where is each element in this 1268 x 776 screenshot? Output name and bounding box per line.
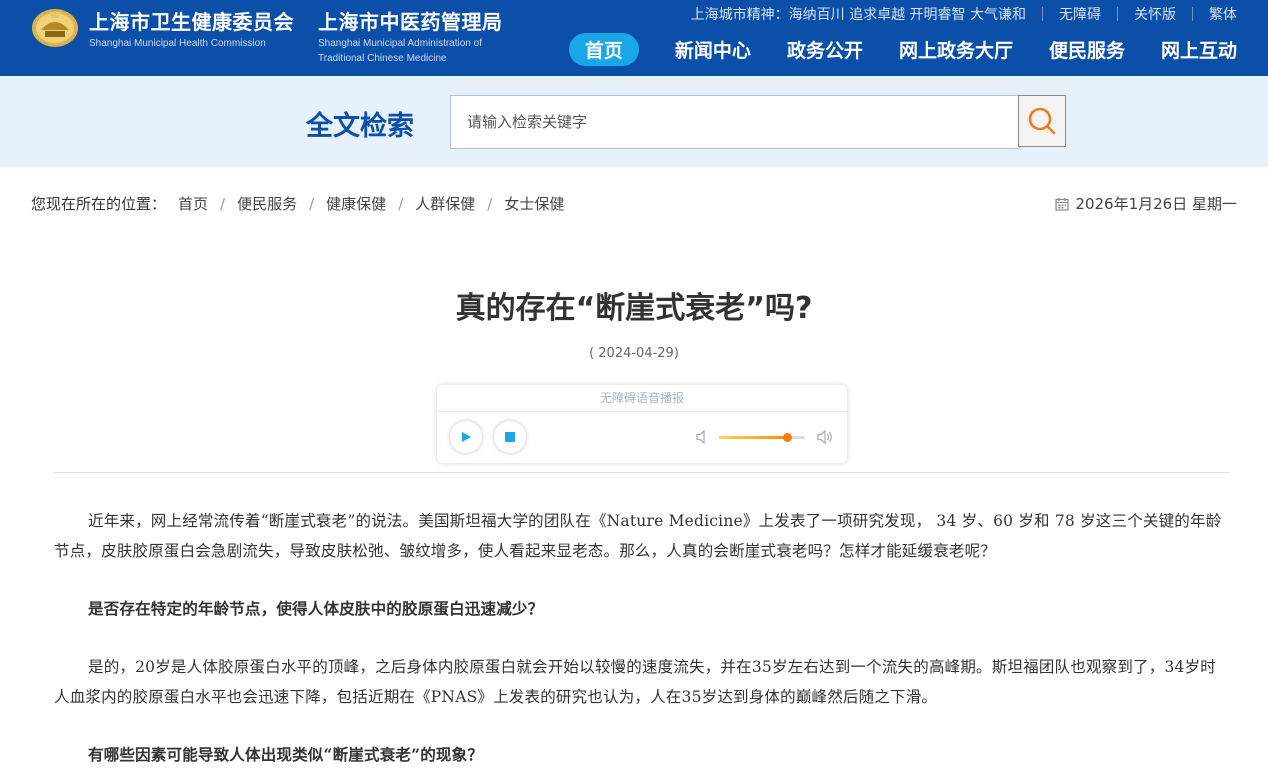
breadcrumb-separator: / (220, 194, 226, 213)
top-utility-bar: 上海城市精神：海纳百川 追求卓越 开明睿智 大气谦和 无障碍 关怀版 繁体 (691, 4, 1237, 24)
breadcrumb-item-home[interactable]: 首页 (178, 193, 208, 214)
nav-home[interactable]: 首页 (568, 33, 639, 66)
calendar-icon (1055, 197, 1070, 211)
play-button[interactable] (450, 421, 482, 453)
article-title: 真的存在“断崖式衰老”吗? (455, 291, 813, 326)
search-icon (1028, 107, 1056, 135)
nav-gov-affairs[interactable]: 政务公开 (787, 36, 863, 63)
org-name-en: Shanghai Municipal Health Commission (89, 38, 266, 49)
care-version-link[interactable]: 关怀版 (1134, 4, 1176, 24)
org-name-tcm-administration[interactable]: 上海市中医药管理局 Shanghai Municipal Administrat… (318, 6, 503, 65)
breadcrumb-separator: / (487, 194, 493, 213)
current-date-text: 2026年1月26日 星期一 (1075, 195, 1237, 213)
org-name-en-line1: Shanghai Municipal Administration of (318, 38, 482, 49)
breadcrumb-label: 您现在所在的位置： (31, 195, 167, 213)
breadcrumb-separator: / (398, 194, 404, 213)
breadcrumb-separator: / (309, 194, 315, 213)
play-icon (462, 432, 471, 442)
site-header: 上海市卫生健康委员会 Shanghai Municipal Health Com… (0, 0, 1268, 76)
search-title: 全文检索 (306, 111, 414, 142)
current-date: 2026年1月26日 星期一 (1055, 193, 1237, 214)
divider (1192, 7, 1193, 21)
nav-interaction[interactable]: 网上互动 (1161, 36, 1237, 63)
divider (1042, 7, 1043, 21)
breadcrumb-item-health-care[interactable]: 健康保健 (326, 193, 386, 214)
divider (1117, 7, 1118, 21)
audio-player-label: 无障碍语音播报 (437, 385, 847, 412)
traditional-chinese-link[interactable]: 繁体 (1209, 4, 1237, 24)
city-spirit-text: 上海城市精神：海纳百川 追求卓越 开明睿智 大气谦和 (690, 7, 1026, 23)
article-paragraph: 是的，20岁是人体胶原蛋白水平的顶峰，之后身体内胶原蛋白就会开始以较慢的速度流失… (54, 658, 1216, 706)
breadcrumb: 您现在所在的位置： 首页 / 便民服务 / 健康保健 / 人群保健 / 女士保健 (31, 193, 564, 214)
nav-public-services[interactable]: 便民服务 (1049, 36, 1125, 63)
article-divider (54, 472, 1230, 473)
nav-news[interactable]: 新闻中心 (675, 36, 751, 63)
breadcrumb-item-women-care[interactable]: 女士保健 (504, 193, 564, 214)
article-subheading: 有哪些因素可能导致人体出现类似“断崖式衰老”的现象？ (88, 745, 484, 764)
article-date: ( 2024-04-29) (589, 346, 679, 361)
volume-slider-fill (719, 436, 788, 439)
stop-icon (505, 432, 515, 442)
volume-slider-knob[interactable] (783, 433, 793, 442)
org-name-cn: 上海市中医药管理局 (318, 10, 503, 34)
org-name-cn: 上海市卫生健康委员会 (89, 10, 294, 34)
nav-online-services[interactable]: 网上政务大厅 (899, 36, 1013, 63)
accessibility-link[interactable]: 无障碍 (1059, 4, 1101, 24)
article-paragraph: 近年来，网上经常流传着“断崖式衰老”的说法。美国斯坦福大学的团队在《Nature… (54, 512, 1222, 560)
search-input[interactable] (450, 95, 1020, 149)
search-button[interactable] (1018, 95, 1066, 147)
article-body: 近年来，网上经常流传着“断崖式衰老”的说法。美国斯坦福大学的团队在《Nature… (54, 506, 1230, 776)
breadcrumb-item-population-care[interactable]: 人群保健 (415, 193, 475, 214)
breadcrumb-item-public-services[interactable]: 便民服务 (237, 193, 297, 214)
org-name-health-commission[interactable]: 上海市卫生健康委员会 Shanghai Municipal Health Com… (89, 6, 294, 50)
audio-player: 无障碍语音播报 (437, 385, 847, 463)
article-subheading: 是否存在特定的年龄节点，使得人体皮肤中的胶原蛋白迅速减少？ (88, 599, 544, 618)
logo-emblem-icon[interactable] (31, 4, 79, 48)
volume-high-icon[interactable] (816, 429, 834, 445)
volume-low-icon[interactable] (695, 429, 709, 445)
volume-slider[interactable] (719, 433, 805, 442)
org-name-en-line2: Traditional Chinese Medicine (318, 53, 447, 64)
main-nav: 首页 新闻中心 政务公开 网上政务大厅 便民服务 网上互动 (568, 33, 1237, 66)
stop-button[interactable] (494, 421, 526, 453)
